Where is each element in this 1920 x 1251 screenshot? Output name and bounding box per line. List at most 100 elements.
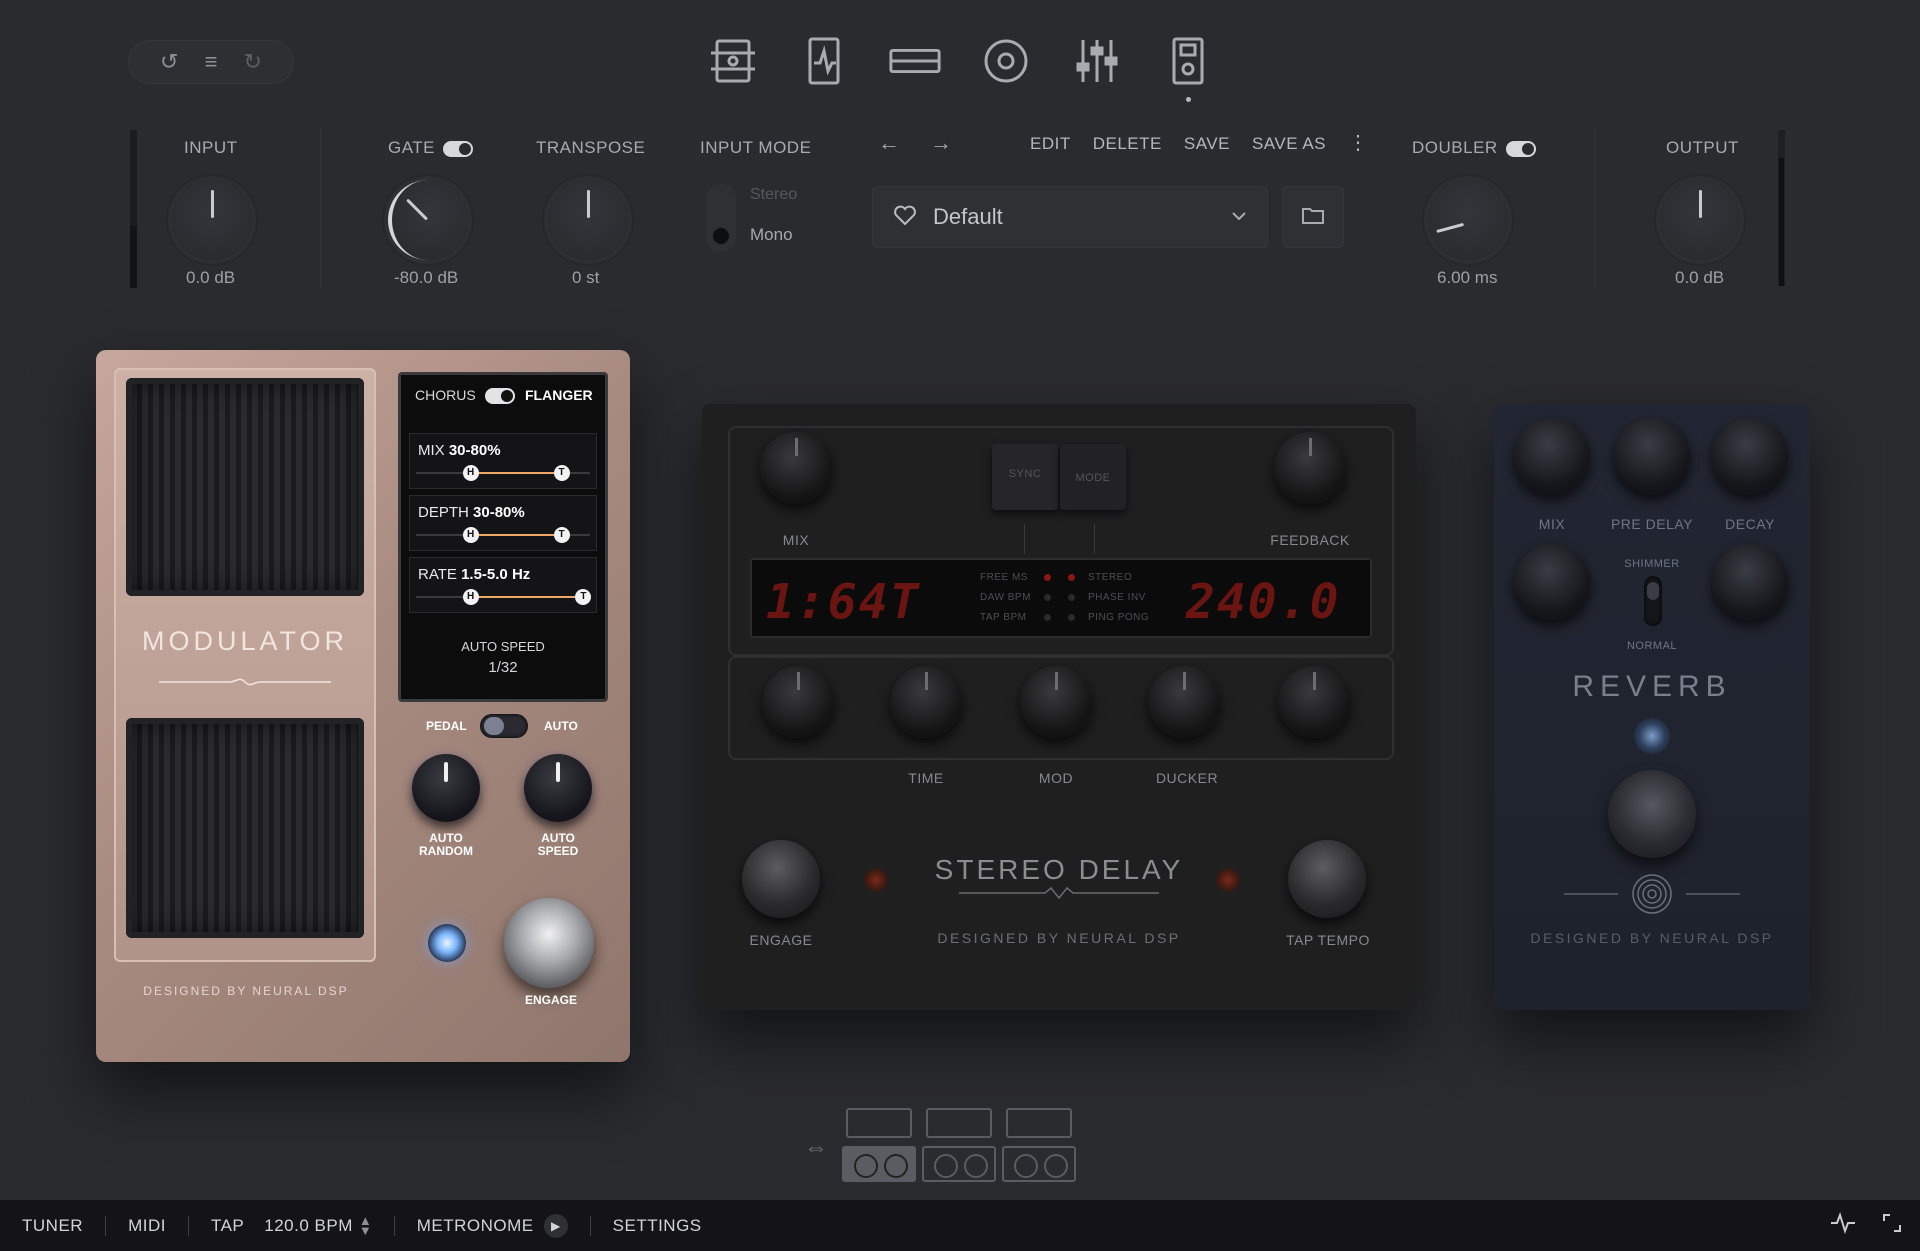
divider: [1094, 524, 1095, 554]
midi-button[interactable]: MIDI: [106, 1216, 188, 1236]
stereo-delay-title: STEREO DELAY: [934, 854, 1184, 885]
rate-high-handle[interactable]: T: [575, 589, 592, 605]
delete-button[interactable]: DELETE: [1093, 134, 1162, 154]
next-preset-button[interactable]: →: [930, 130, 952, 156]
depth-high-handle[interactable]: T: [553, 527, 570, 543]
depth-low-handle[interactable]: H: [462, 527, 479, 543]
reverb-engage-footswitch[interactable]: [1608, 770, 1696, 858]
edit-button[interactable]: EDIT: [1030, 134, 1071, 154]
depth-range-row[interactable]: DEPTH 30-80% H T: [409, 495, 597, 551]
doubler-knob[interactable]: [1428, 180, 1508, 260]
rate-range-row[interactable]: RATE 1.5-5.0 Hz H T: [409, 557, 597, 613]
speaker-view-icon[interactable]: [979, 30, 1033, 92]
auto-random-knob[interactable]: [412, 754, 480, 822]
save-as-button[interactable]: SAVE AS: [1252, 134, 1326, 154]
mod-knob[interactable]: [1020, 666, 1092, 738]
mod-label: MOD: [1038, 770, 1074, 786]
tap-button[interactable]: TAP: [189, 1216, 256, 1236]
menu-icon[interactable]: ≡: [205, 49, 218, 75]
ping-pong-led: [1068, 614, 1075, 621]
bpm-value[interactable]: 120.0 BPM: [256, 1216, 359, 1236]
reverb-mix-knob[interactable]: [1514, 418, 1590, 494]
tap-tempo-led: [1216, 868, 1240, 892]
tuner-button[interactable]: TUNER: [0, 1216, 105, 1236]
mode-button[interactable]: MODE: [1060, 444, 1126, 510]
mix-range-row[interactable]: MIX 30-80% H T: [409, 433, 597, 489]
prev-preset-button[interactable]: ←: [878, 130, 900, 156]
delay-mix-knob[interactable]: [760, 432, 832, 504]
preset-name: Default: [933, 204, 1003, 229]
resize-icon[interactable]: [1882, 1213, 1920, 1238]
play-icon[interactable]: ▶: [543, 1213, 568, 1238]
more-icon[interactable]: ⋮: [1348, 133, 1369, 154]
pedal-auto-switch[interactable]: [480, 714, 528, 738]
chain-slot-3-top[interactable]: [1006, 1108, 1072, 1138]
mix-low-handle[interactable]: H: [462, 465, 479, 481]
ducker-knob-1[interactable]: [1148, 666, 1220, 738]
free-ms-led: [1044, 574, 1051, 581]
redo-icon[interactable]: ↻: [244, 49, 262, 75]
ducker-knob-2[interactable]: [1278, 666, 1350, 738]
settings-button[interactable]: SETTINGS: [591, 1216, 724, 1236]
stompbox-view-icon[interactable]: [797, 30, 851, 92]
doubler-toggle[interactable]: [1505, 140, 1536, 157]
input-mode-stereo[interactable]: Stereo: [750, 186, 797, 204]
pedal-board-view-icon[interactable]: [1161, 30, 1215, 102]
folder-button[interactable]: [1282, 186, 1344, 248]
tap-tempo-label: TAP TEMPO: [1286, 932, 1370, 948]
mix-param-name: MIX: [418, 442, 445, 459]
activity-icon[interactable]: [1830, 1211, 1882, 1239]
bottom-bar: TUNER MIDI TAP 120.0 BPM ▲ ▼ METRONOME ▶ …: [0, 1200, 1920, 1251]
auto-speed-knob[interactable]: [524, 754, 592, 822]
auto-speed-label: AUTO SPEED: [461, 639, 545, 654]
delay-feedback-knob[interactable]: [1274, 432, 1346, 504]
auto-speed-knob-label: AUTO SPEED: [537, 831, 579, 858]
delay-time-readout: 1:64T: [766, 574, 921, 630]
rate-low-handle[interactable]: H: [462, 589, 479, 605]
decay-knob[interactable]: [1712, 418, 1788, 494]
chain-slot-3[interactable]: [1002, 1146, 1076, 1182]
cabinet-view-icon[interactable]: [888, 30, 942, 92]
chain-slot-2-top[interactable]: [926, 1108, 992, 1138]
gate-knob[interactable]: [388, 180, 468, 260]
output-knob[interactable]: [1660, 180, 1740, 260]
amp-view-icon[interactable]: [706, 30, 760, 92]
undo-icon[interactable]: ↺: [160, 49, 178, 75]
input-knob[interactable]: [172, 180, 252, 260]
chain-slot-1-top[interactable]: [846, 1108, 912, 1138]
free-ms-label: FREE MS: [980, 572, 1028, 583]
shimmer-label: SHIMMER: [1624, 558, 1680, 570]
pre-delay-knob[interactable]: [1614, 418, 1690, 494]
transpose-knob[interactable]: [548, 180, 628, 260]
expression-treadle[interactable]: MODULATOR: [114, 368, 376, 962]
reverb-tone-knob-right[interactable]: [1712, 544, 1788, 620]
tap-bpm-led: [1044, 614, 1051, 621]
save-button[interactable]: SAVE: [1184, 134, 1230, 154]
shimmer-normal-switch[interactable]: [1644, 576, 1662, 626]
chain-slot-1[interactable]: [842, 1146, 916, 1182]
preset-selector[interactable]: Default: [872, 186, 1268, 248]
delay-engage-footswitch[interactable]: [742, 840, 820, 918]
folder-icon: [1302, 206, 1324, 229]
eq-view-icon[interactable]: [1070, 30, 1124, 92]
flanger-label: FLANGER: [525, 387, 593, 403]
modulator-engage-footswitch[interactable]: [504, 898, 594, 988]
heart-icon[interactable]: [893, 204, 917, 231]
tap-tempo-footswitch[interactable]: [1288, 840, 1366, 918]
metronome-button[interactable]: METRONOME: [395, 1216, 544, 1236]
reverb-tone-knob-left[interactable]: [1514, 544, 1590, 620]
chain-slot-2[interactable]: [922, 1146, 996, 1182]
divider: [320, 128, 321, 288]
link-icon[interactable]: ⇔: [804, 1134, 828, 1162]
input-mode-switch[interactable]: [706, 184, 736, 252]
input-mode-mono[interactable]: Mono: [750, 225, 793, 245]
chorus-flanger-toggle[interactable]: [485, 388, 515, 404]
gate-toggle[interactable]: [443, 140, 474, 157]
mix-high-handle[interactable]: T: [553, 465, 570, 481]
mode-label: MODE: [1075, 472, 1111, 484]
time-knob-1[interactable]: [762, 666, 834, 738]
sync-button[interactable]: SYNC: [992, 444, 1058, 510]
delay-bpm-readout: 240.0: [1186, 574, 1341, 630]
time-knob-2[interactable]: [890, 666, 962, 738]
bpm-stepper-icon[interactable]: ▲ ▼: [359, 1214, 394, 1237]
